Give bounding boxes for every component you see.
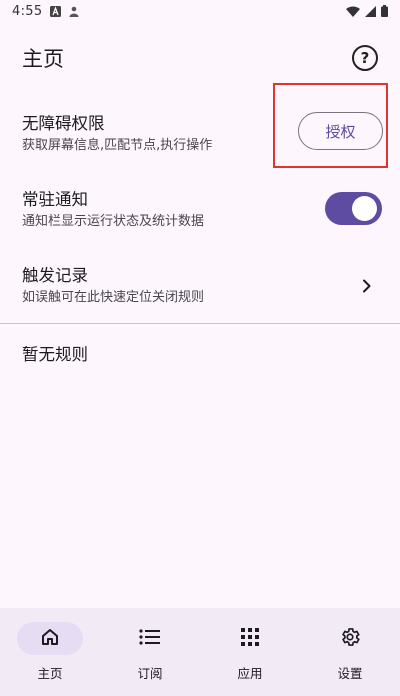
a-notification-icon xyxy=(50,5,62,17)
authorize-button[interactable]: 授权 xyxy=(298,112,383,150)
notification-subtitle: 通知栏显示运行状态及统计数据 xyxy=(22,214,205,229)
list-icon xyxy=(139,628,161,650)
page-title: 主页 xyxy=(22,47,64,71)
cell-signal-icon xyxy=(365,5,376,17)
home-icon xyxy=(40,627,60,651)
trigger-log-title: 触发记录 xyxy=(22,266,88,285)
nav-apps-indicator xyxy=(217,622,283,655)
nav-label-home: 主页 xyxy=(37,666,63,681)
nav-label-apps: 应用 xyxy=(237,666,263,681)
wifi-icon xyxy=(346,6,360,17)
nav-item-apps[interactable]: 应用 xyxy=(205,622,295,682)
notification-text: 常驻通知 通知栏显示运行状态及统计数据 xyxy=(22,189,204,231)
accessibility-text: 无障碍权限 获取屏幕信息,匹配节点,执行操作 xyxy=(22,113,212,155)
status-right xyxy=(346,5,388,17)
status-left: 4:55 xyxy=(12,4,79,19)
nav-settings-indicator xyxy=(317,622,383,655)
notification-title: 常驻通知 xyxy=(22,190,88,209)
nav-label-subscriptions: 订阅 xyxy=(137,666,163,681)
trigger-log-text: 触发记录 如误触可在此快速定位关闭规则 xyxy=(22,265,204,307)
help-glyph: ? xyxy=(360,49,370,67)
toggle-knob xyxy=(352,196,377,221)
battery-icon xyxy=(381,5,388,17)
bottom-navigation: 主页 订阅 应用 设置 xyxy=(0,608,400,696)
accessibility-subtitle: 获取屏幕信息,匹配节点,执行操作 xyxy=(22,138,213,153)
nav-label-settings: 设置 xyxy=(337,666,363,681)
home-screen: 4:55 主页 ? 无障碍权限 获取屏幕信息,匹配节点,执行操作 授权 常驻通知… xyxy=(0,0,400,696)
empty-rules-message: 暂无规则 xyxy=(22,345,88,364)
nav-home-indicator xyxy=(17,622,83,655)
divider xyxy=(0,323,400,324)
nav-item-subscriptions[interactable]: 订阅 xyxy=(105,622,195,682)
help-icon[interactable]: ? xyxy=(352,45,378,71)
trigger-log-subtitle: 如误触可在此快速定位关闭规则 xyxy=(22,290,205,305)
nav-subscriptions-indicator xyxy=(117,622,183,655)
settings-gear-icon xyxy=(339,626,361,652)
chevron-right-icon[interactable] xyxy=(358,277,376,295)
nav-item-home[interactable]: 主页 xyxy=(5,622,95,682)
top-app-bar: 主页 ? xyxy=(0,38,400,78)
status-bar: 4:55 xyxy=(0,0,400,22)
accessibility-title: 无障碍权限 xyxy=(22,114,105,133)
nav-item-settings[interactable]: 设置 xyxy=(305,622,395,682)
apps-grid-icon xyxy=(241,627,259,650)
trigger-log-row[interactable]: 触发记录 如误触可在此快速定位关闭规则 xyxy=(0,262,400,310)
person-icon xyxy=(69,6,79,17)
notification-toggle[interactable] xyxy=(325,192,382,225)
status-time: 4:55 xyxy=(12,3,43,19)
